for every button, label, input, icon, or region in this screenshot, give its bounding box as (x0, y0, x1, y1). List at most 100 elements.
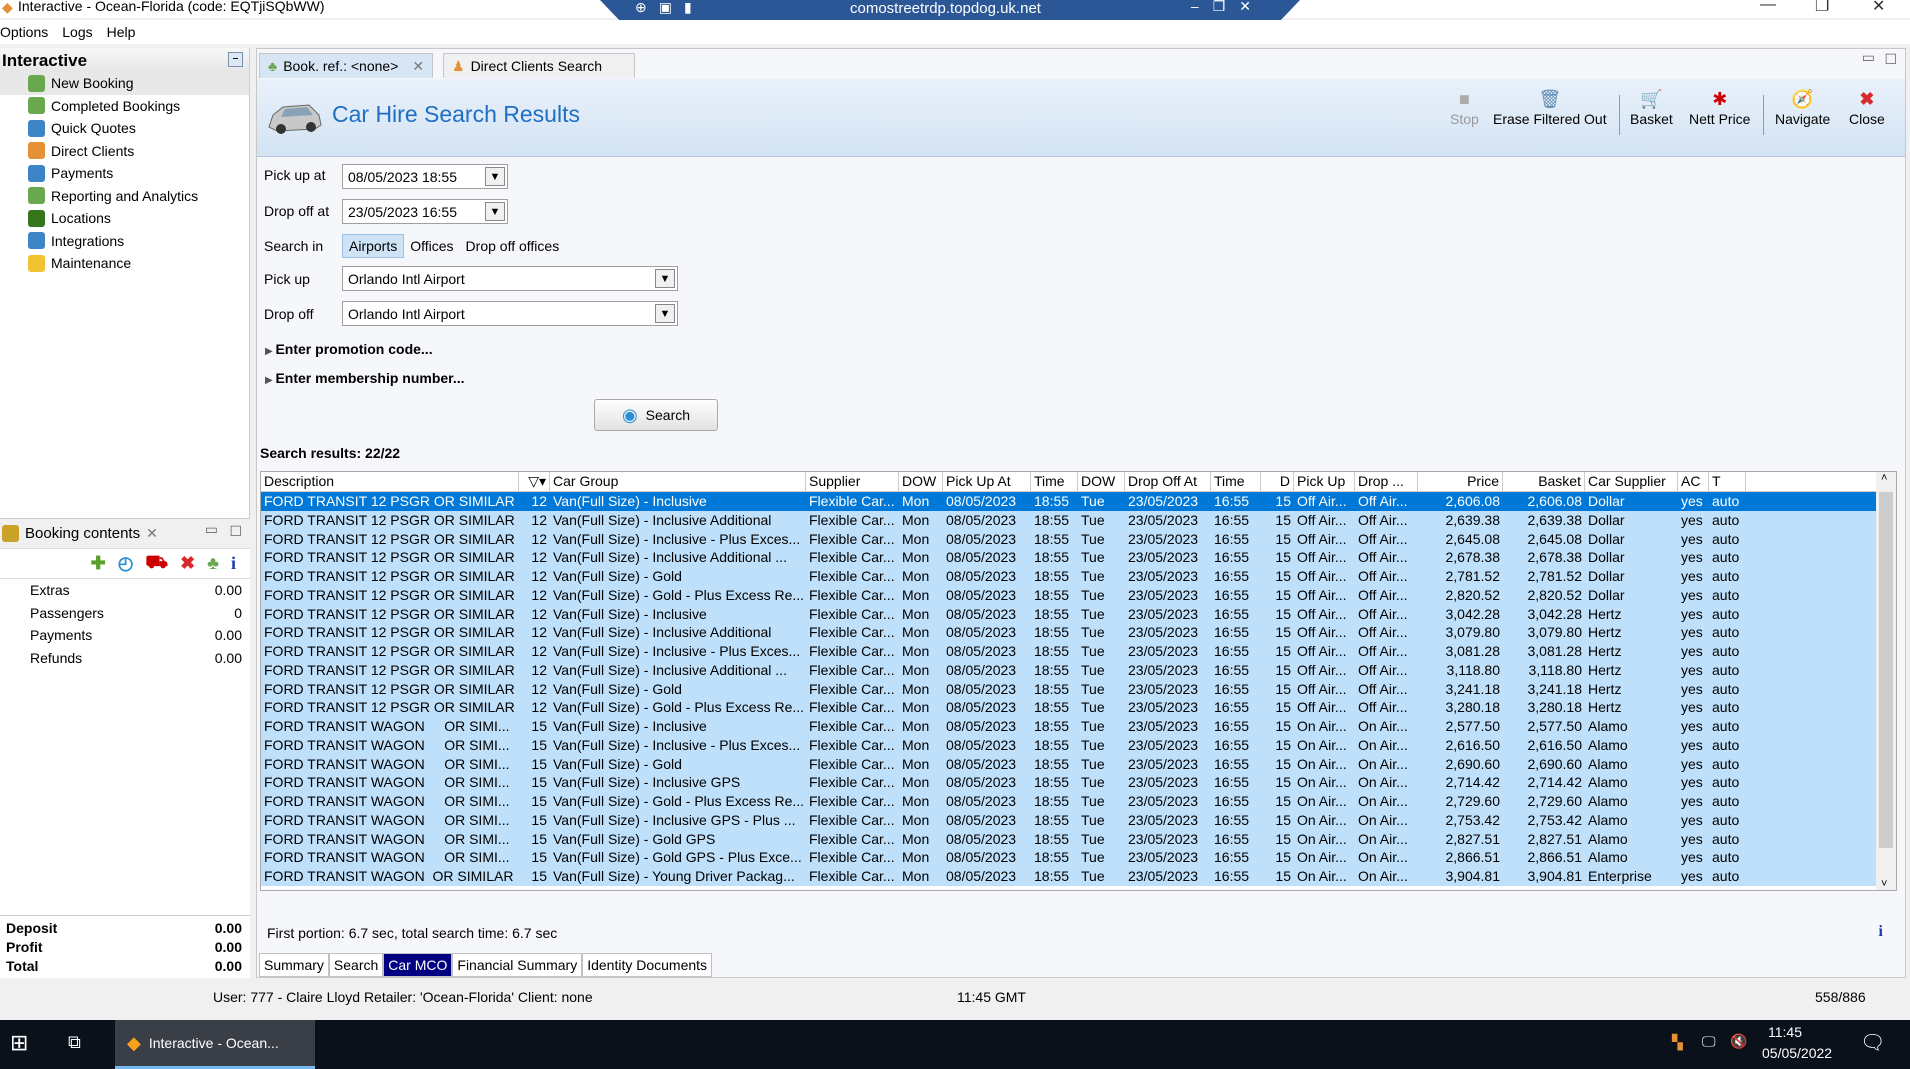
column-header[interactable]: Time (1031, 472, 1078, 491)
maximize-button[interactable]: ❐ (1815, 0, 1829, 16)
table-row[interactable]: FORD TRANSIT 12 PSGR OR SIMILAR 12 Van(Ful… (261, 548, 1896, 567)
close-button[interactable]: ✖ Close (1849, 89, 1885, 128)
column-header[interactable]: DOW (1078, 472, 1125, 491)
table-row[interactable]: FORD TRANSIT 12 PSGR OR SIMILAR 12 Van(Ful… (261, 660, 1896, 680)
network-icon[interactable]: 🖵 (1702, 1033, 1716, 1050)
tab-direct-clients-search[interactable]: ♟ Direct Clients Search (443, 53, 635, 78)
table-row[interactable]: FORD TRANSIT WAGON OR SIMI... 15 Van(Full … (261, 735, 1896, 755)
membership-number-expander[interactable]: ▶ Enter membership number... (265, 370, 465, 386)
column-header[interactable]: Supplier (806, 472, 899, 491)
pickup-at-field[interactable]: 08/05/2023 18:55 ▼ (342, 164, 508, 189)
table-row[interactable]: FORD TRANSIT WAGON OR SIMI... 15 Van(Full … (261, 717, 1896, 736)
column-header[interactable]: T (1709, 472, 1746, 491)
column-header[interactable]: D (1261, 472, 1294, 491)
table-row[interactable]: FORD TRANSIT 12 PSGR OR SIMILAR 12 Van(Ful… (261, 567, 1896, 586)
delete-icon[interactable]: ✖ (180, 553, 195, 574)
sidebar-item-integrations[interactable]: Integrations (0, 230, 249, 253)
erase-filtered-out-button[interactable]: 🗑 Erase Filtered Out (1493, 89, 1607, 128)
filter-column-header[interactable]: ▽▾ (519, 472, 550, 491)
notifications-icon[interactable]: 🗨 (1860, 1030, 1885, 1055)
collapse-button[interactable]: – (228, 52, 243, 67)
pickup-location-select[interactable]: Orlando Intl Airport ▼ (342, 266, 678, 291)
column-header[interactable]: Description (261, 472, 519, 491)
close-tab-icon[interactable]: ✕ (412, 58, 424, 75)
chevron-down-icon[interactable]: ▼ (485, 202, 505, 221)
column-header[interactable]: Drop Off At (1125, 472, 1211, 491)
vertical-scrollbar[interactable]: ˄ ˅ (1876, 472, 1896, 890)
tray-app-icon[interactable]: ▚ (1672, 1034, 1683, 1051)
info-icon[interactable]: i (1879, 923, 1883, 941)
chevron-down-icon[interactable]: ▼ (655, 269, 675, 288)
close-panel-icon[interactable]: ✕ (146, 525, 158, 542)
search-button[interactable]: ◉ Search (594, 399, 718, 431)
scroll-up-icon[interactable]: ˄ (1881, 472, 1887, 484)
maximize-view-button[interactable]: ☐ (1884, 51, 1897, 68)
table-row[interactable]: FORD TRANSIT WAGON OR SIMI... 15 Van(Full … (261, 829, 1896, 849)
table-row[interactable]: FORD TRANSIT 12 PSGR OR SIMILAR 12 Van(Ful… (261, 492, 1896, 511)
maximize-panel-button[interactable]: ☐ (229, 523, 242, 540)
stop-button[interactable]: ■ Stop (1450, 89, 1479, 128)
task-view-icon[interactable]: ⧉ (68, 1032, 81, 1053)
sidebar-item-maintenance[interactable]: Maintenance (0, 252, 249, 275)
sidebar-item-reporting-and-analytics[interactable]: Reporting and Analytics (0, 185, 249, 208)
basket-button[interactable]: 🛒 Basket (1630, 89, 1673, 128)
minimize-button[interactable]: — (1760, 0, 1776, 14)
filter-icon[interactable]: ▽▾ (528, 473, 546, 489)
add-icon[interactable]: ✚ (91, 553, 106, 574)
table-row[interactable]: FORD TRANSIT 12 PSGR OR SIMILAR 12 Van(Ful… (261, 679, 1896, 699)
sidebar-item-locations[interactable]: Locations (0, 207, 249, 230)
table-row[interactable]: FORD TRANSIT WAGON OR SIMI... 15 Van(Full … (261, 773, 1896, 792)
table-row[interactable]: FORD TRANSIT WAGON OR SIMI... 15 Van(Full … (261, 810, 1896, 830)
menu-help[interactable]: Help (107, 24, 136, 40)
navigate-button[interactable]: 🧭 Navigate (1775, 89, 1830, 128)
sidebar-item-completed-bookings[interactable]: Completed Bookings (0, 95, 249, 118)
tab-financial-summary[interactable]: Financial Summary (452, 953, 583, 977)
menu-options[interactable]: Options (0, 24, 48, 40)
column-header[interactable]: Drop ... (1355, 472, 1418, 491)
rdp-pin-lock-signal-icons[interactable]: ⊕▣▮ (635, 0, 704, 16)
sidebar-item-payments[interactable]: Payments (0, 162, 249, 185)
column-header[interactable]: Car Supplier (1585, 472, 1678, 491)
clock-time[interactable]: 11:45 (1768, 1024, 1802, 1040)
scrollbar-thumb[interactable] (1879, 492, 1893, 848)
table-row[interactable]: FORD TRANSIT WAGON OR SIMI... 15 Van(Full … (261, 848, 1896, 867)
tab-identity-documents[interactable]: Identity Documents (582, 953, 713, 977)
minimize-panel-button[interactable]: ▭ (205, 521, 218, 538)
search-in-drop-off-offices[interactable]: Drop off offices (460, 234, 566, 258)
tab-summary[interactable]: Summary (259, 953, 329, 977)
menu-logs[interactable]: Logs (62, 24, 92, 40)
clock-date[interactable]: 05/05/2022 (1762, 1045, 1832, 1061)
dropoff-at-field[interactable]: 23/05/2023 16:55 ▼ (342, 199, 508, 224)
column-header[interactable]: Pick Up At (943, 472, 1031, 491)
close-window-button[interactable]: ✕ (1872, 0, 1885, 16)
search-in-offices[interactable]: Offices (404, 234, 459, 258)
palm-tree-icon[interactable]: ♣ (207, 553, 219, 574)
promotion-code-expander[interactable]: ▶ Enter promotion code... (265, 341, 433, 357)
column-header[interactable]: Car Group (550, 472, 806, 491)
column-header[interactable]: Time (1211, 472, 1261, 491)
table-row[interactable]: FORD TRANSIT WAGON OR SIMI... 15 Van(Full … (261, 754, 1896, 774)
tab-search[interactable]: Search (328, 953, 384, 977)
refresh-clock-icon[interactable]: ◴ (118, 553, 134, 574)
rdp-window-controls[interactable]: –❐✕ (1191, 0, 1265, 15)
table-row[interactable]: FORD TRANSIT 12 PSGR OR SIMILAR 12 Van(Ful… (261, 529, 1896, 549)
tab-booking-ref[interactable]: ♣ Book. ref.: <none> ✕ (259, 53, 434, 78)
table-row[interactable]: FORD TRANSIT 12 PSGR OR SIMILAR 12 Van(Ful… (261, 510, 1896, 530)
sidebar-item-quick-quotes[interactable]: Quick Quotes (0, 117, 249, 140)
table-row[interactable]: FORD TRANSIT 12 PSGR OR SIMILAR 12 Van(Ful… (261, 623, 1896, 642)
taskbar-app-interactive[interactable]: ◆ Interactive - Ocean... (115, 1020, 315, 1069)
volume-muted-icon[interactable]: 🔇 (1730, 1033, 1747, 1050)
basket-transfer-icon[interactable]: ⛟ (145, 552, 168, 576)
scroll-down-icon[interactable]: ˅ (1881, 878, 1887, 890)
table-row[interactable]: FORD TRANSIT 12 PSGR OR SIMILAR 12 Van(Ful… (261, 642, 1896, 661)
chevron-down-icon[interactable]: ▼ (485, 167, 505, 186)
table-row[interactable]: FORD TRANSIT 12 PSGR OR SIMILAR 12 Van(Ful… (261, 604, 1896, 624)
column-header[interactable]: DOW (899, 472, 943, 491)
table-row[interactable]: FORD TRANSIT 12 PSGR OR SIMILAR 12 Van(Ful… (261, 585, 1896, 605)
minimize-view-button[interactable]: ▭ (1862, 49, 1875, 66)
table-row[interactable]: FORD TRANSIT WAGON OR SIMILAR 15 Van(Full … (261, 867, 1896, 886)
sidebar-item-new-booking[interactable]: New Booking (0, 72, 249, 95)
column-header[interactable]: AC (1678, 472, 1709, 491)
column-header[interactable]: Pick Up (1294, 472, 1355, 491)
dropoff-location-select[interactable]: Orlando Intl Airport ▼ (342, 301, 678, 326)
